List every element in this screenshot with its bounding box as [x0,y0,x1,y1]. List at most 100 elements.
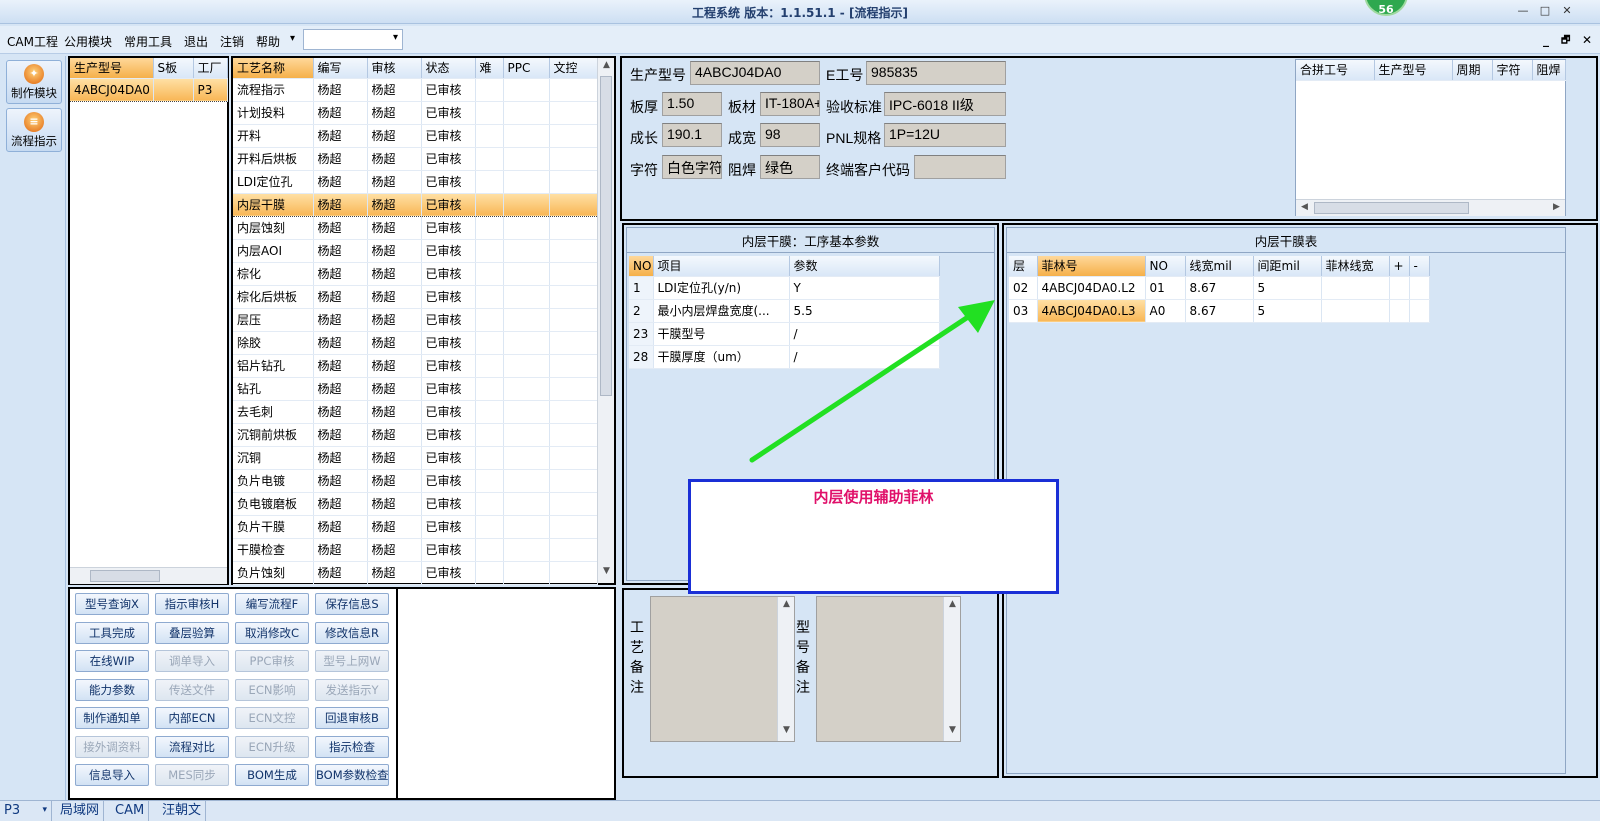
action-button[interactable]: BOM生成 [235,764,309,786]
table-row[interactable]: 流程指示 杨超 杨超 已审核 [233,78,598,102]
action-button[interactable]: 内部ECN [155,707,229,729]
col-writer[interactable]: 编写 [313,58,368,79]
menu-combo[interactable] [303,29,403,50]
model-notes-textarea[interactable]: ▲ ▼ [816,596,961,742]
action-button[interactable]: ECN文控 [235,707,309,729]
action-button[interactable]: 能力参数 [75,678,149,701]
pnl-field[interactable]: 1P=12U [884,123,1006,147]
mask-field[interactable]: 绿色 [760,155,820,179]
scroll-down-icon[interactable]: ▼ [944,725,961,735]
action-button[interactable]: 型号上网W [315,650,389,672]
action-button[interactable]: 接外调资料 [75,735,149,758]
table-row[interactable]: LDI定位孔 杨超 杨超 已审核 [233,170,598,194]
col-reviewer[interactable]: 审核 [367,58,422,79]
standard-field[interactable]: IPC-6018 II级 [884,92,1006,116]
col-s-board[interactable]: S板 [153,58,194,79]
table-row[interactable]: 沉铜前烘板 杨超 杨超 已审核 [233,423,598,447]
col-merge-cycle[interactable]: 周期 [1452,60,1493,81]
action-button[interactable]: 回退审核B [315,707,389,729]
model-field[interactable]: 4ABCJ04DA0 [690,61,820,85]
table-row[interactable]: 负片干膜 杨超 杨超 已审核 [233,515,598,539]
col-layer[interactable]: 层 [1009,256,1038,277]
close-button[interactable]: ✕ [1559,4,1575,18]
action-button[interactable]: 保存信息S [315,593,389,615]
table-row[interactable]: 负片蚀刻 杨超 杨超 已审核 [233,561,598,585]
mdi-minimize-button[interactable]: _ [1543,33,1549,47]
col-item[interactable]: 项目 [653,256,790,277]
process-notes-textarea[interactable]: ▲ ▼ [650,596,795,742]
action-button[interactable]: PPC审核 [235,650,309,672]
length-field[interactable]: 190.1 [662,123,722,147]
material-field[interactable]: IT-180A+ [760,92,820,116]
e-number-field[interactable]: 985835 [866,61,1006,85]
status-factory[interactable]: P3 ▾ [0,800,52,821]
maximize-button[interactable]: □ [1537,4,1553,18]
table-row[interactable]: 沉铜 杨超 杨超 已审核 [233,446,598,470]
thickness-field[interactable]: 1.50 [662,92,722,116]
action-button[interactable]: 指示审核H [155,593,229,615]
notes-vscrollbar[interactable]: ▲ ▼ [777,597,794,741]
col-merge-mask[interactable]: 阻焊 [1532,60,1566,81]
table-row[interactable]: 内层干膜 杨超 杨超 已审核 [233,192,598,217]
mdi-close-button[interactable]: ✕ [1582,33,1592,47]
action-button[interactable]: 取消修改C [235,621,309,644]
col-line-width[interactable]: 线宽mil [1185,256,1254,277]
col-film-line-width[interactable]: 菲林线宽 [1321,256,1390,277]
table-row[interactable]: 内层蚀刻 杨超 杨超 已审核 [233,216,598,240]
col-difficulty[interactable]: 难 [475,58,504,79]
table-row[interactable]: 干膜检查 杨超 杨超 已审核 [233,538,598,562]
table-row[interactable]: 除胶 杨超 杨超 已审核 [233,331,598,355]
scroll-thumb[interactable] [600,76,612,396]
action-button[interactable]: 信息导入 [75,764,149,786]
scroll-left-icon[interactable]: ◀ [1296,202,1313,212]
model-hscrollbar[interactable] [70,567,227,584]
menu-public[interactable]: 公用模块 [64,33,112,50]
table-row[interactable]: 计划投料 杨超 杨超 已审核 [233,101,598,125]
scroll-down-icon[interactable]: ▼ [598,566,615,576]
col-status[interactable]: 状态 [421,58,476,79]
char-field[interactable]: 白色字符 [662,155,722,179]
action-button[interactable]: MES同步 [155,764,229,786]
rail-make-module[interactable]: ✦ 制作模块 [6,60,62,104]
table-row[interactable]: 开料后烘板 杨超 杨超 已审核 [233,147,598,171]
menu-exit[interactable]: 退出 [184,33,208,50]
table-row[interactable]: 棕化后烘板 杨超 杨超 已审核 [233,285,598,309]
col-remove[interactable]: - [1409,256,1430,277]
col-factory[interactable]: 工厂 [193,58,228,79]
col-film-no[interactable]: 菲林号 [1037,256,1146,277]
col-process-name[interactable]: 工艺名称 [233,58,314,79]
col-merge-char[interactable]: 字符 [1492,60,1533,81]
action-button[interactable]: 型号查询X [75,593,149,615]
menu-cam[interactable]: CAM工程 [7,33,58,50]
table-row[interactable]: 去毛刺 杨超 杨超 已审核 [233,400,598,424]
scroll-up-icon[interactable]: ▲ [778,599,795,609]
table-row[interactable]: 钻孔 杨超 杨超 已审核 [233,377,598,401]
col-param[interactable]: 参数 [789,256,940,277]
action-button[interactable]: 在线WIP [75,650,149,672]
action-button[interactable]: 流程对比 [155,735,229,758]
table-row[interactable]: 负电镀磨板 杨超 杨超 已审核 [233,492,598,516]
notes-vscrollbar[interactable]: ▲ ▼ [943,597,960,741]
action-button[interactable]: ECN影响 [235,678,309,701]
table-row[interactable]: 03 4ABCJ04DA0.L3 A0 8.67 5 [1009,299,1430,323]
menu-help[interactable]: 帮助 [256,33,280,50]
scroll-down-icon[interactable]: ▼ [778,725,795,735]
menu-logout[interactable]: 注销 [220,33,244,50]
menu-more-chevron-icon[interactable]: ▾ [290,33,295,44]
table-row[interactable]: 内层AOI 杨超 杨超 已审核 [233,239,598,263]
table-row[interactable]: 棕化 杨超 杨超 已审核 [233,262,598,286]
action-button[interactable]: 发送指示Y [315,678,389,701]
menu-tools[interactable]: 常用工具 [124,33,172,50]
action-button[interactable]: 传送文件 [155,678,229,701]
customer-code-field[interactable] [914,155,1006,179]
scroll-up-icon[interactable]: ▲ [598,60,615,70]
col-merge-model[interactable]: 生产型号 [1374,60,1453,81]
col-model[interactable]: 生产型号 [70,58,154,79]
table-row[interactable]: 开料 杨超 杨超 已审核 [233,124,598,148]
action-button[interactable]: 指示检查 [315,735,389,758]
width-field[interactable]: 98 [760,123,820,147]
action-button[interactable]: 工具完成 [75,621,149,644]
action-button[interactable]: BOM参数检查 [315,764,389,786]
table-row[interactable]: 02 4ABCJ04DA0.L2 01 8.67 5 [1009,276,1430,300]
rail-flow-guide[interactable]: ≡ 流程指示 [6,108,62,152]
